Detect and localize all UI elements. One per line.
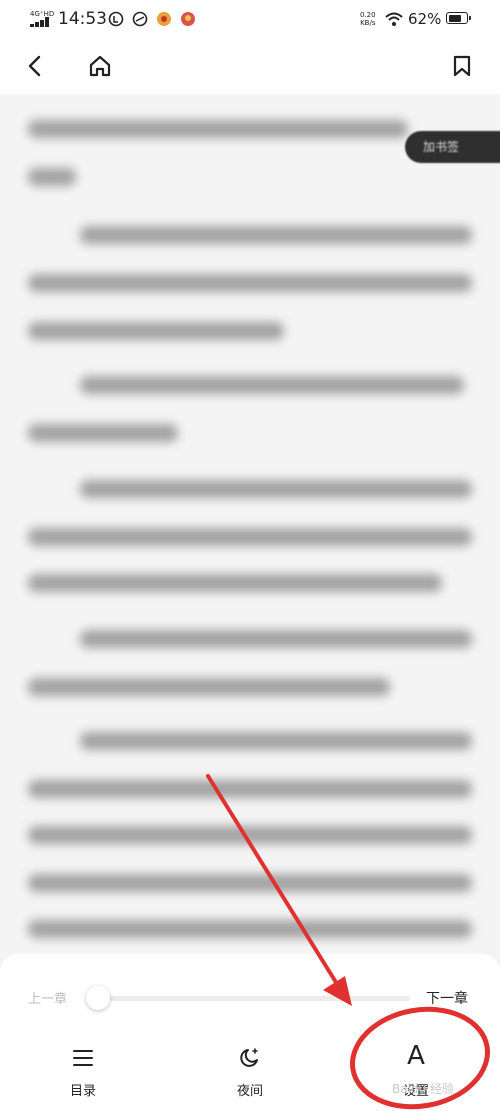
chapter-progress-row: 上一章 下一章 <box>0 980 500 1016</box>
next-chapter-button[interactable]: 下一章 <box>426 988 468 1008</box>
tab-table-of-contents[interactable]: 目录 <box>43 1038 123 1102</box>
chapter-progress-slider[interactable] <box>98 996 410 1001</box>
home-button[interactable] <box>80 46 120 86</box>
prev-chapter-button[interactable]: 上一章 <box>28 988 67 1007</box>
status-bar: 4G⁺HD 14:53 0.20 KB/s 62% <box>0 0 500 38</box>
back-button[interactable] <box>16 46 56 86</box>
home-icon <box>89 55 111 77</box>
progress-slider-thumb[interactable] <box>86 986 110 1010</box>
tab-night-mode[interactable]: 夜间 <box>210 1038 290 1102</box>
bookmark-icon <box>453 55 471 77</box>
battery-icon <box>446 12 471 24</box>
add-bookmark-pill[interactable]: 加书签 <box>405 131 500 163</box>
signal-icon <box>30 17 54 27</box>
wifi-icon <box>384 11 404 27</box>
blurred-chapter-text <box>0 94 500 954</box>
tab-label: 夜间 <box>236 1084 263 1099</box>
bookmark-button[interactable] <box>442 46 482 86</box>
font-a-icon: A <box>407 1041 425 1071</box>
notification-icons <box>108 11 218 27</box>
moon-icon <box>240 1048 258 1067</box>
network-speed-unit: KB/s <box>360 19 376 27</box>
reader-top-bar <box>0 38 500 94</box>
network-speed: 0.20 KB/s <box>360 11 376 27</box>
list-icon <box>73 1050 93 1066</box>
network-speed-value: 0.20 <box>360 11 376 19</box>
battery-percent: 62% <box>408 10 442 28</box>
watermark-logo: Baidu 经验 <box>392 1082 454 1096</box>
reading-area[interactable] <box>0 94 500 954</box>
tab-label: 目录 <box>69 1084 96 1099</box>
clock: 14:53 <box>58 9 107 29</box>
chevron-left-icon <box>28 55 41 77</box>
